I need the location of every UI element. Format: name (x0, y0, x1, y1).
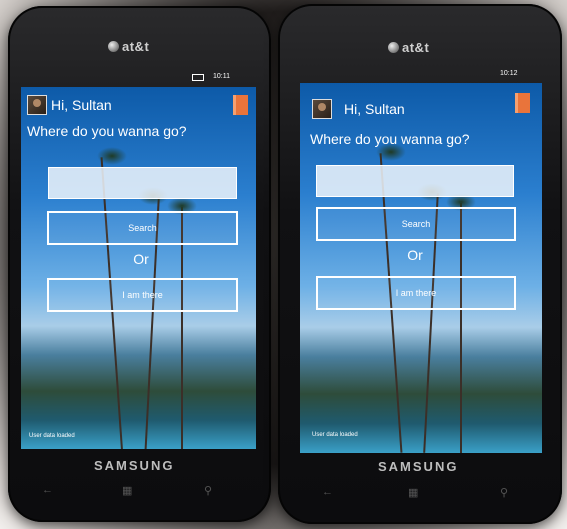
search-icon[interactable]: ⚲ (500, 486, 508, 499)
back-arrow-icon[interactable]: ← (322, 486, 333, 498)
search-icon[interactable]: ⚲ (204, 484, 212, 497)
destination-input[interactable] (316, 165, 514, 197)
i-am-there-button[interactable]: I am there (316, 276, 516, 310)
destination-prompt: Where do you wanna go? (310, 131, 470, 147)
carrier-label: at&t (122, 39, 150, 54)
att-globe-icon (108, 41, 119, 52)
clock: 10:12 (500, 70, 518, 77)
carrier-logo: at&t (108, 39, 149, 54)
destination-prompt: Where do you wanna go? (27, 123, 187, 139)
search-button[interactable]: Search (47, 211, 238, 245)
phone-right: at&t Hi, Sultan Where do you wanna go? S… (278, 4, 562, 524)
door-exit-icon[interactable] (515, 93, 530, 113)
or-label: Or (133, 251, 149, 267)
app-screen: Hi, Sultan Where do you wanna go? Search… (300, 83, 542, 453)
avatar (27, 95, 47, 115)
windows-logo-icon[interactable]: ▦ (122, 484, 132, 497)
avatar (312, 99, 332, 119)
destination-input[interactable] (48, 167, 237, 199)
windows-logo-icon[interactable]: ▦ (408, 486, 418, 499)
app-screen: Hi, Sultan Where do you wanna go? Search… (21, 87, 256, 449)
maker-logo: SAMSUNG (378, 459, 459, 474)
battery-icon (192, 74, 204, 81)
greeting: Hi, Sultan (51, 97, 112, 113)
greeting: Hi, Sultan (344, 101, 405, 117)
status-text: User data loaded (29, 433, 75, 439)
search-button[interactable]: Search (316, 207, 516, 241)
i-am-there-button[interactable]: I am there (47, 278, 238, 312)
status-text: User data loaded (312, 432, 358, 438)
clock: 10:11 (213, 73, 230, 80)
att-globe-icon (388, 42, 399, 53)
palm-frond (97, 147, 127, 165)
carrier-logo: at&t (388, 40, 429, 55)
carrier-label: at&t (402, 40, 430, 55)
or-label: Or (407, 247, 423, 263)
back-arrow-icon[interactable]: ← (42, 484, 53, 496)
phone-left: at&t Hi, Sultan Where do you wanna go? S… (8, 6, 271, 522)
maker-logo: SAMSUNG (94, 458, 175, 473)
door-exit-icon[interactable] (233, 95, 248, 115)
